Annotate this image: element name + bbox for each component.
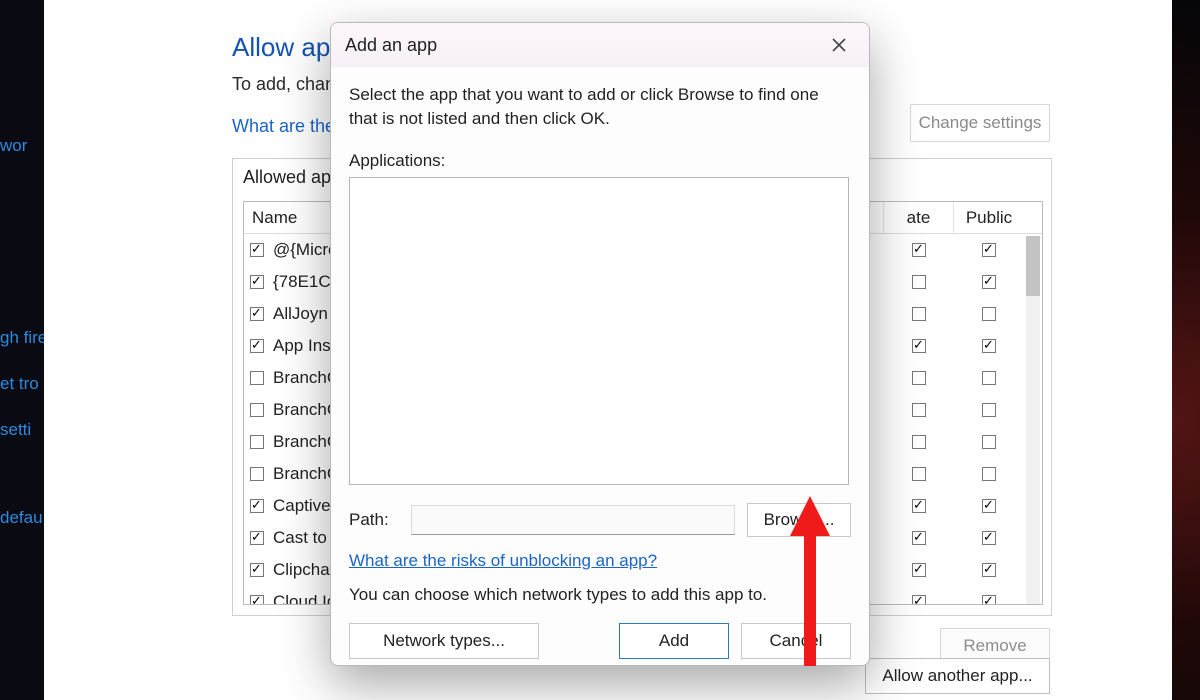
row-private-checkbox[interactable] (884, 467, 954, 481)
row-private-checkbox[interactable] (884, 403, 954, 417)
sidebar-link-fragment[interactable]: setti (0, 420, 31, 440)
row-enable-checkbox[interactable] (250, 595, 264, 605)
row-enable-checkbox[interactable] (250, 467, 264, 481)
dialog-instructions: Select the app that you want to add or c… (349, 83, 851, 131)
row-public-checkbox[interactable] (954, 531, 1024, 545)
row-public-checkbox[interactable] (954, 563, 1024, 577)
row-public-checkbox[interactable] (954, 467, 1024, 481)
path-label: Path: (349, 510, 399, 530)
add-button[interactable]: Add (619, 623, 729, 659)
applications-label: Applications: (349, 151, 851, 171)
cancel-button[interactable]: Cancel (741, 623, 851, 659)
row-private-checkbox[interactable] (884, 339, 954, 353)
sidebar-link-fragment[interactable]: et tro (0, 374, 39, 394)
close-icon[interactable] (823, 29, 855, 61)
row-enable-checkbox[interactable] (250, 371, 264, 385)
row-private-checkbox[interactable] (884, 531, 954, 545)
row-enable-checkbox[interactable] (250, 307, 264, 321)
allow-another-app-button[interactable]: Allow another app... (865, 658, 1050, 694)
row-public-checkbox[interactable] (954, 275, 1024, 289)
row-enable-checkbox[interactable] (250, 435, 264, 449)
row-enable-checkbox[interactable] (250, 339, 264, 353)
row-private-checkbox[interactable] (884, 275, 954, 289)
column-private[interactable]: ate (884, 202, 954, 233)
row-public-checkbox[interactable] (954, 499, 1024, 513)
row-public-checkbox[interactable] (954, 243, 1024, 257)
scrollbar-thumb[interactable] (1026, 236, 1040, 296)
row-public-checkbox[interactable] (954, 435, 1024, 449)
add-app-dialog: Add an app Select the app that you want … (330, 22, 870, 666)
row-enable-checkbox[interactable] (250, 275, 264, 289)
path-input[interactable] (411, 505, 735, 535)
row-private-checkbox[interactable] (884, 595, 954, 605)
row-enable-checkbox[interactable] (250, 531, 264, 545)
sidebar-link-fragment[interactable]: gh fire (0, 328, 47, 348)
row-private-checkbox[interactable] (884, 371, 954, 385)
row-public-checkbox[interactable] (954, 403, 1024, 417)
applications-listbox[interactable] (349, 177, 849, 485)
row-enable-checkbox[interactable] (250, 499, 264, 513)
dialog-titlebar[interactable]: Add an app (331, 23, 869, 67)
row-enable-checkbox[interactable] (250, 403, 264, 417)
change-settings-button[interactable]: Change settings (910, 104, 1050, 142)
row-enable-checkbox[interactable] (250, 563, 264, 577)
row-public-checkbox[interactable] (954, 307, 1024, 321)
sidebar-link-fragment[interactable]: wor (0, 136, 27, 156)
browse-button[interactable]: Browse... (747, 503, 851, 537)
column-public[interactable]: Public (954, 202, 1024, 233)
row-private-checkbox[interactable] (884, 307, 954, 321)
row-public-checkbox[interactable] (954, 595, 1024, 605)
row-public-checkbox[interactable] (954, 371, 1024, 385)
network-types-description: You can choose which network types to ad… (349, 585, 851, 605)
unblocking-risks-link[interactable]: What are the risks of unblocking an app? (349, 551, 657, 570)
list-scrollbar[interactable] (1026, 236, 1040, 604)
row-public-checkbox[interactable] (954, 339, 1024, 353)
row-private-checkbox[interactable] (884, 563, 954, 577)
row-private-checkbox[interactable] (884, 435, 954, 449)
row-private-checkbox[interactable] (884, 499, 954, 513)
dialog-title: Add an app (345, 35, 437, 56)
network-types-button[interactable]: Network types... (349, 623, 539, 659)
sidebar-link-fragment[interactable]: defau (0, 508, 43, 528)
row-enable-checkbox[interactable] (250, 243, 264, 257)
sidebar-fragment: wor gh fire et tro setti defau (0, 0, 44, 700)
row-private-checkbox[interactable] (884, 243, 954, 257)
